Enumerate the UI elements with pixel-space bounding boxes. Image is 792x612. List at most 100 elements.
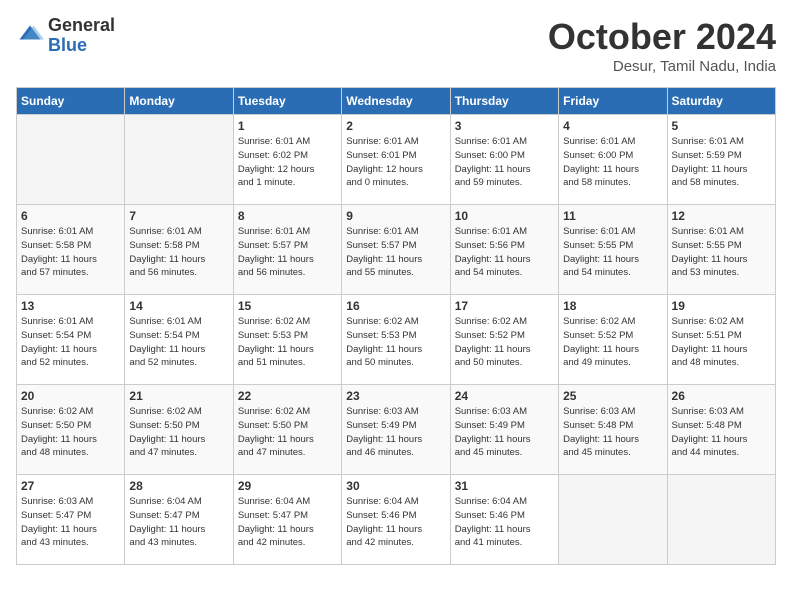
day-cell: 25Sunrise: 6:03 AM Sunset: 5:48 PM Dayli… (559, 385, 667, 475)
day-cell: 13 Sunrise: 6:01 AM Sunset: 5:54 PM Dayli… (17, 295, 125, 385)
day-number: 18 (563, 299, 662, 313)
logo-general-text: General (48, 15, 115, 35)
day-number: 4 (563, 119, 662, 133)
calendar-body: 1 Sunrise: 6:01 AM Sunset: 6:02 PM Daylig… (17, 115, 776, 565)
weekday-header-thursday: Thursday (450, 88, 558, 115)
day-info: Sunrise: 6:02 AM Sunset: 5:53 PM Dayligh… (238, 315, 337, 370)
day-cell: 11 Sunrise: 6:01 AM Sunset: 5:55 PM Dayli… (559, 205, 667, 295)
day-info: Sunrise: 6:04 AM Sunset: 5:47 PM Dayligh… (129, 495, 228, 550)
page-header: General Blue October 2024 Desur, Tamil N… (16, 16, 776, 75)
day-number: 1 (238, 119, 337, 133)
day-cell (559, 475, 667, 565)
day-cell: 19 Sunrise: 6:02 AM Sunset: 5:51 PM Dayli… (667, 295, 775, 385)
day-cell (125, 115, 233, 205)
day-cell: 1 Sunrise: 6:01 AM Sunset: 6:02 PM Daylig… (233, 115, 341, 205)
day-cell: 21Sunrise: 6:02 AM Sunset: 5:50 PM Dayli… (125, 385, 233, 475)
month-title: October 2024 (548, 16, 776, 58)
day-number: 28 (129, 479, 228, 493)
day-cell: 2 Sunrise: 6:01 AM Sunset: 6:01 PM Daylig… (342, 115, 450, 205)
day-number: 5 (672, 119, 771, 133)
day-number: 22 (238, 389, 337, 403)
day-info: Sunrise: 6:02 AM Sunset: 5:50 PM Dayligh… (238, 405, 337, 460)
day-info: Sunrise: 6:01 AM Sunset: 5:55 PM Dayligh… (672, 225, 771, 280)
day-cell: 24Sunrise: 6:03 AM Sunset: 5:49 PM Dayli… (450, 385, 558, 475)
weekday-header-tuesday: Tuesday (233, 88, 341, 115)
day-cell: 8Sunrise: 6:01 AM Sunset: 5:57 PM Daylig… (233, 205, 341, 295)
day-number: 13 (21, 299, 120, 313)
day-number: 16 (346, 299, 445, 313)
day-cell: 26 Sunrise: 6:03 AM Sunset: 5:48 PM Dayli… (667, 385, 775, 475)
day-number: 15 (238, 299, 337, 313)
day-cell: 31Sunrise: 6:04 AM Sunset: 5:46 PM Dayli… (450, 475, 558, 565)
day-info: Sunrise: 6:01 AM Sunset: 5:57 PM Dayligh… (346, 225, 445, 280)
day-number: 27 (21, 479, 120, 493)
day-number: 26 (672, 389, 771, 403)
weekday-header-sunday: Sunday (17, 88, 125, 115)
day-cell: 18Sunrise: 6:02 AM Sunset: 5:52 PM Dayli… (559, 295, 667, 385)
day-number: 14 (129, 299, 228, 313)
location-text: Desur, Tamil Nadu, India (548, 58, 776, 75)
day-cell: 9 Sunrise: 6:01 AM Sunset: 5:57 PM Daylig… (342, 205, 450, 295)
weekday-header-monday: Monday (125, 88, 233, 115)
weekday-header-friday: Friday (559, 88, 667, 115)
day-cell: 14 Sunrise: 6:01 AM Sunset: 5:54 PM Dayli… (125, 295, 233, 385)
day-info: Sunrise: 6:01 AM Sunset: 5:54 PM Dayligh… (129, 315, 228, 370)
week-row-2: 6 Sunrise: 6:01 AM Sunset: 5:58 PM Daylig… (17, 205, 776, 295)
day-cell (667, 475, 775, 565)
day-info: Sunrise: 6:02 AM Sunset: 5:52 PM Dayligh… (455, 315, 554, 370)
day-info: Sunrise: 6:03 AM Sunset: 5:47 PM Dayligh… (21, 495, 120, 550)
day-info: Sunrise: 6:01 AM Sunset: 5:54 PM Dayligh… (21, 315, 120, 370)
week-row-4: 20 Sunrise: 6:02 AM Sunset: 5:50 PM Dayli… (17, 385, 776, 475)
day-info: Sunrise: 6:02 AM Sunset: 5:50 PM Dayligh… (21, 405, 120, 460)
day-info: Sunrise: 6:01 AM Sunset: 6:01 PM Dayligh… (346, 135, 445, 190)
day-number: 23 (346, 389, 445, 403)
day-cell: 22 Sunrise: 6:02 AM Sunset: 5:50 PM Dayli… (233, 385, 341, 475)
day-info: Sunrise: 6:03 AM Sunset: 5:48 PM Dayligh… (672, 405, 771, 460)
day-number: 11 (563, 209, 662, 223)
day-info: Sunrise: 6:01 AM Sunset: 6:00 PM Dayligh… (455, 135, 554, 190)
week-row-1: 1 Sunrise: 6:01 AM Sunset: 6:02 PM Daylig… (17, 115, 776, 205)
day-cell: 5Sunrise: 6:01 AM Sunset: 5:59 PM Daylig… (667, 115, 775, 205)
day-cell: 15 Sunrise: 6:02 AM Sunset: 5:53 PM Dayli… (233, 295, 341, 385)
weekday-row: SundayMondayTuesdayWednesdayThursdayFrid… (17, 88, 776, 115)
day-cell (17, 115, 125, 205)
day-info: Sunrise: 6:02 AM Sunset: 5:51 PM Dayligh… (672, 315, 771, 370)
logo: General Blue (16, 16, 115, 56)
day-number: 8 (238, 209, 337, 223)
day-info: Sunrise: 6:04 AM Sunset: 5:46 PM Dayligh… (455, 495, 554, 550)
weekday-header-saturday: Saturday (667, 88, 775, 115)
day-cell: 23 Sunrise: 6:03 AM Sunset: 5:49 PM Dayli… (342, 385, 450, 475)
day-number: 9 (346, 209, 445, 223)
week-row-5: 27 Sunrise: 6:03 AM Sunset: 5:47 PM Dayli… (17, 475, 776, 565)
week-row-3: 13 Sunrise: 6:01 AM Sunset: 5:54 PM Dayli… (17, 295, 776, 385)
day-info: Sunrise: 6:01 AM Sunset: 6:02 PM Dayligh… (238, 135, 337, 190)
day-number: 17 (455, 299, 554, 313)
logo-icon (16, 22, 44, 50)
day-number: 20 (21, 389, 120, 403)
day-cell: 10 Sunrise: 6:01 AM Sunset: 5:56 PM Dayli… (450, 205, 558, 295)
day-number: 12 (672, 209, 771, 223)
day-cell: 20 Sunrise: 6:02 AM Sunset: 5:50 PM Dayli… (17, 385, 125, 475)
day-cell: 28 Sunrise: 6:04 AM Sunset: 5:47 PM Dayli… (125, 475, 233, 565)
day-info: Sunrise: 6:01 AM Sunset: 5:58 PM Dayligh… (129, 225, 228, 280)
day-info: Sunrise: 6:04 AM Sunset: 5:47 PM Dayligh… (238, 495, 337, 550)
day-number: 2 (346, 119, 445, 133)
day-cell: 16 Sunrise: 6:02 AM Sunset: 5:53 PM Dayli… (342, 295, 450, 385)
day-info: Sunrise: 6:01 AM Sunset: 5:58 PM Dayligh… (21, 225, 120, 280)
day-info: Sunrise: 6:02 AM Sunset: 5:53 PM Dayligh… (346, 315, 445, 370)
day-info: Sunrise: 6:01 AM Sunset: 5:56 PM Dayligh… (455, 225, 554, 280)
day-cell: 27 Sunrise: 6:03 AM Sunset: 5:47 PM Dayli… (17, 475, 125, 565)
day-info: Sunrise: 6:01 AM Sunset: 5:55 PM Dayligh… (563, 225, 662, 280)
day-info: Sunrise: 6:01 AM Sunset: 6:00 PM Dayligh… (563, 135, 662, 190)
day-number: 10 (455, 209, 554, 223)
day-info: Sunrise: 6:03 AM Sunset: 5:49 PM Dayligh… (346, 405, 445, 460)
day-number: 19 (672, 299, 771, 313)
weekday-header-wednesday: Wednesday (342, 88, 450, 115)
day-cell: 3Sunrise: 6:01 AM Sunset: 6:00 PM Daylig… (450, 115, 558, 205)
day-cell: 30 Sunrise: 6:04 AM Sunset: 5:46 PM Dayli… (342, 475, 450, 565)
day-number: 6 (21, 209, 120, 223)
day-cell: 7Sunrise: 6:01 AM Sunset: 5:58 PM Daylig… (125, 205, 233, 295)
day-number: 30 (346, 479, 445, 493)
day-info: Sunrise: 6:04 AM Sunset: 5:46 PM Dayligh… (346, 495, 445, 550)
logo-blue-text: Blue (48, 35, 87, 55)
